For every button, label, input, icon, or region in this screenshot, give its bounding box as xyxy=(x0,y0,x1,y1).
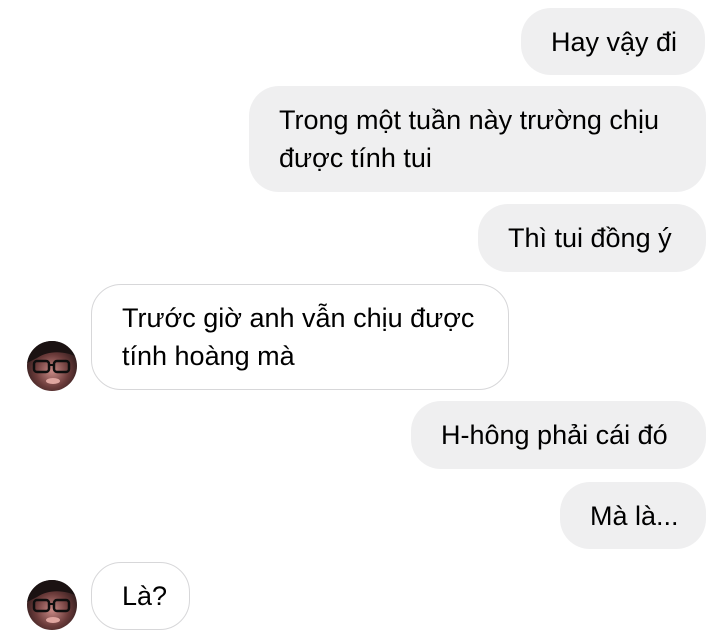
message-bubble-sent[interactable]: Trong một tuần này trường chịu được tính… xyxy=(249,86,706,192)
message-bubble-sent[interactable]: Hay vậy đi xyxy=(521,8,705,75)
message-text: Hay vậy đi xyxy=(551,26,678,57)
contact-avatar[interactable] xyxy=(27,341,77,391)
message-bubble-sent[interactable]: Thì tui đồng ý xyxy=(478,204,706,272)
message-bubble-sent[interactable]: H-hông phải cái đó xyxy=(411,401,706,469)
message-text: Là? xyxy=(122,581,168,611)
avatar-photo-icon xyxy=(27,341,77,391)
message-text: Thì tui đồng ý xyxy=(508,223,672,253)
message-bubble-received[interactable]: Là? xyxy=(91,562,190,630)
contact-avatar[interactable] xyxy=(27,580,77,630)
message-bubble-sent[interactable]: Mà là... xyxy=(560,482,706,549)
message-text: Trước giờ anh vẫn chịu được tính hoàng m… xyxy=(122,303,475,371)
message-text: Trong một tuần này trường chịu được tính… xyxy=(279,105,659,173)
avatar-photo-icon xyxy=(27,580,77,630)
message-bubble-received[interactable]: Trước giờ anh vẫn chịu được tính hoàng m… xyxy=(91,284,509,390)
message-text: Mà là... xyxy=(590,500,679,531)
message-text: H-hông phải cái đó xyxy=(441,420,668,450)
